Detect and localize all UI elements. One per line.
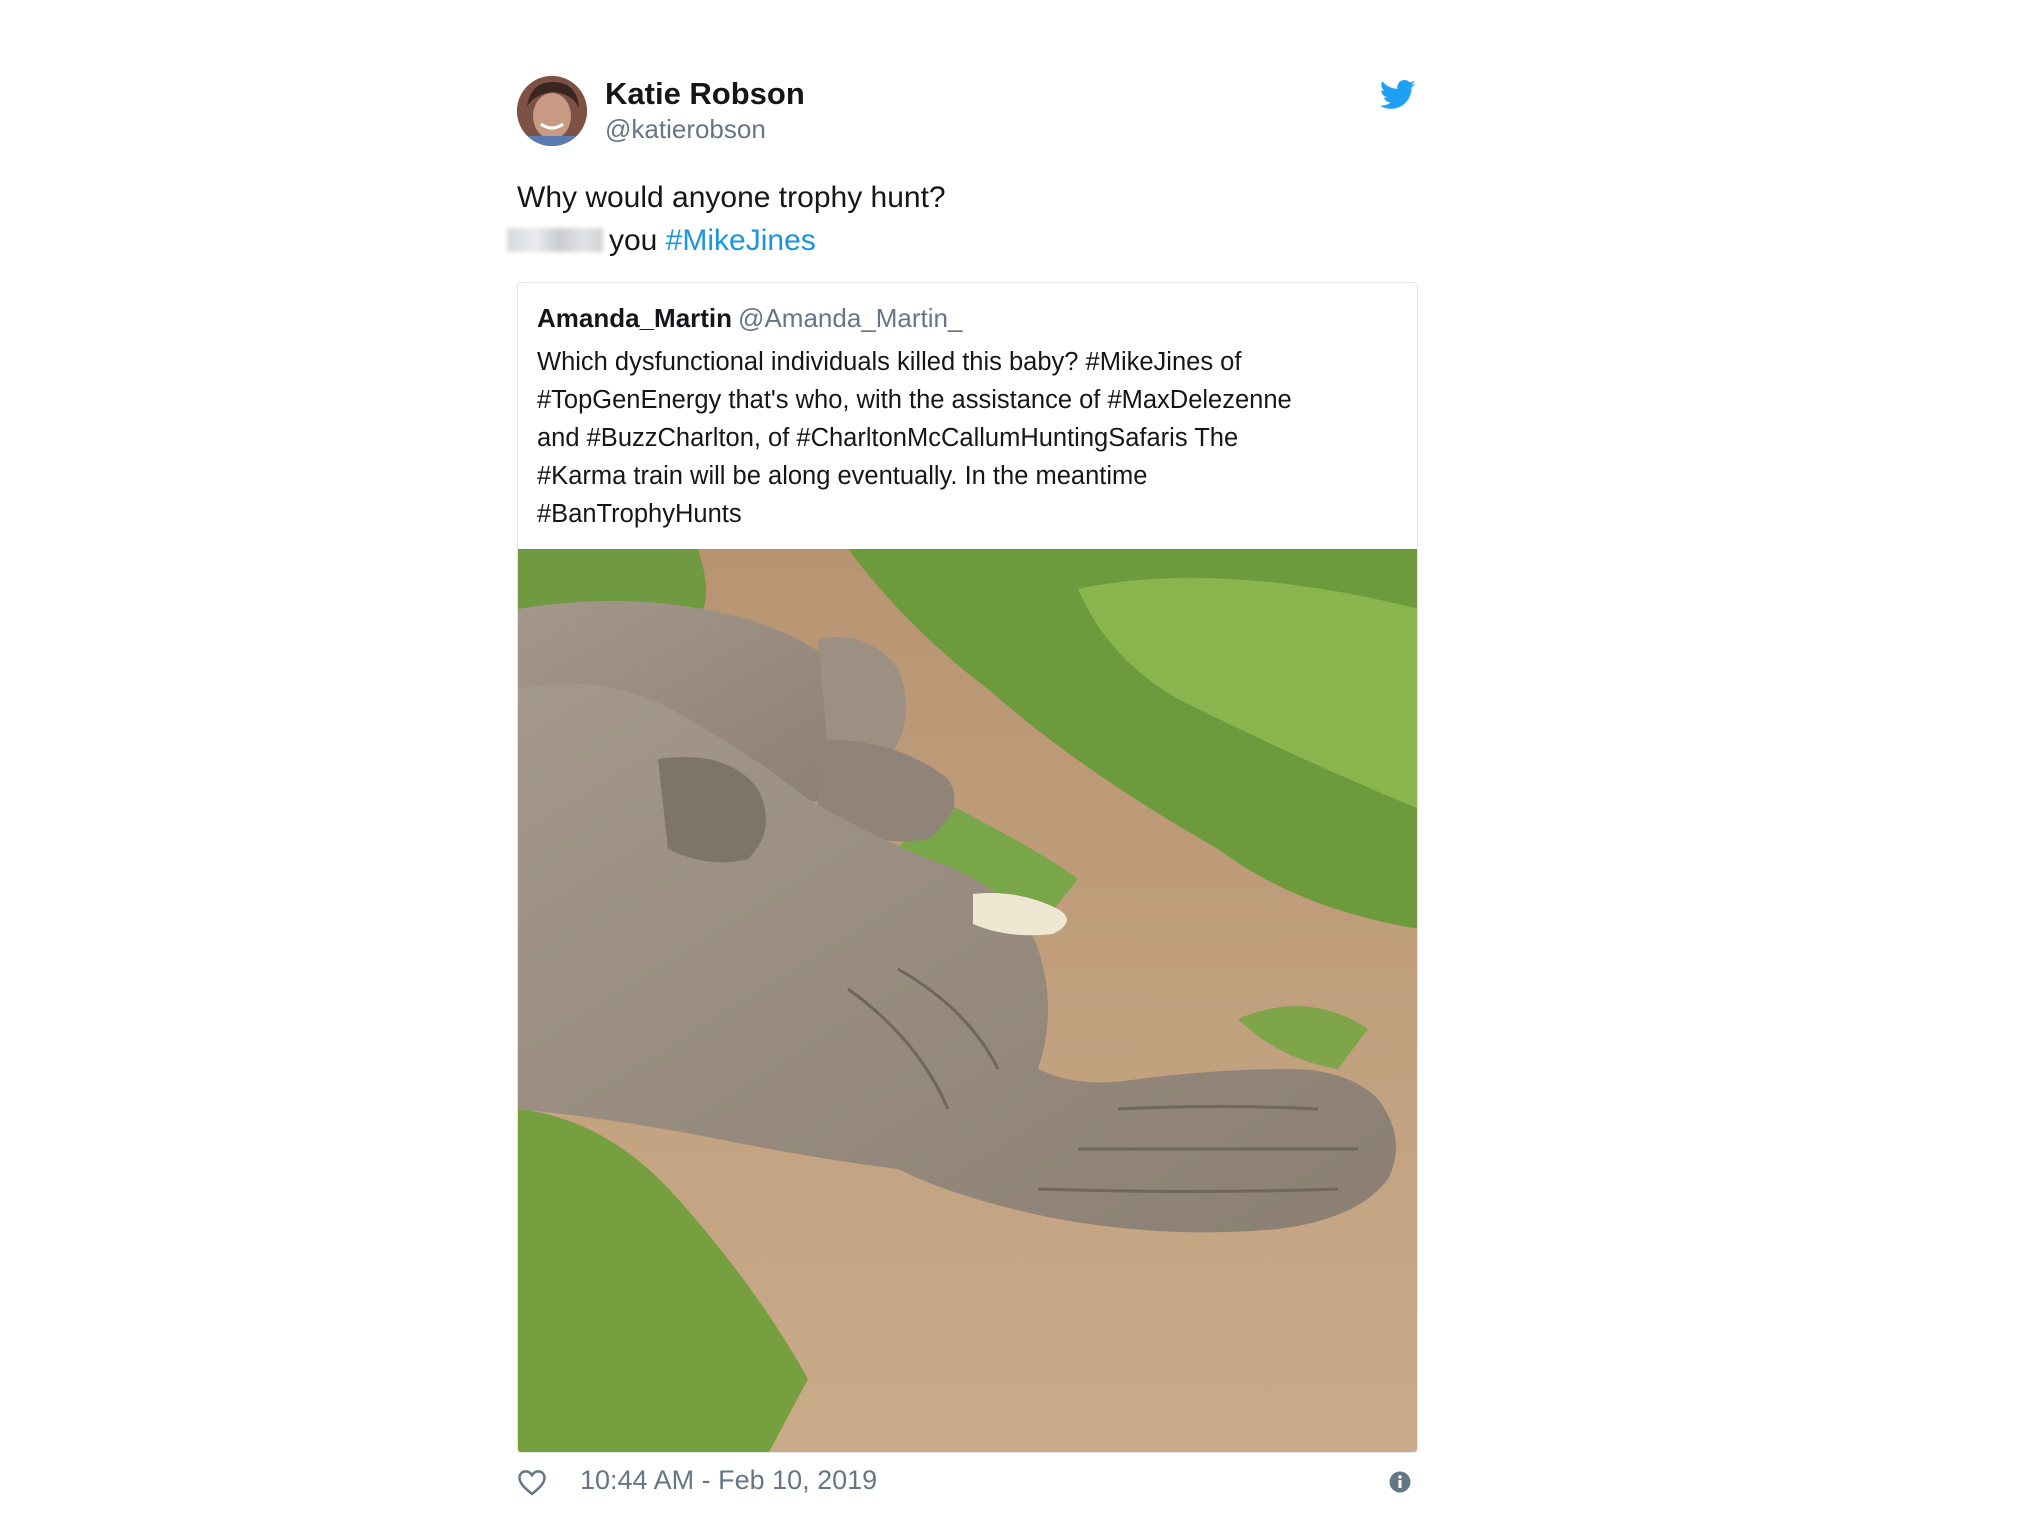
- quoted-text-line: and #BuzzCharlton, of #CharltonMcCallumH…: [537, 424, 1239, 452]
- tweet-text-line-1: Why would anyone trophy hunt?: [517, 181, 946, 214]
- avatar-image: [517, 76, 587, 146]
- author-handle[interactable]: @katierobson: [605, 114, 766, 145]
- quoted-tweet-card[interactable]: Amanda_Martin @Amanda_Martin_ Which dysfu…: [517, 282, 1418, 1453]
- tweet-timestamp[interactable]: 10:44 AM - Feb 10, 2019: [580, 1465, 877, 1496]
- tweet-action-bar: 10:44 AM - Feb 10, 2019: [517, 1462, 1418, 1512]
- tweet-text-line-2: you #MikeJines: [507, 219, 946, 262]
- quoted-text-line: Which dysfunctional individuals killed t…: [537, 348, 1242, 376]
- quoted-text-line: #TopGenEnergy that's who, with the assis…: [537, 386, 1292, 414]
- author-avatar[interactable]: [517, 76, 587, 146]
- redacted-word: [507, 228, 603, 252]
- tweet-embed: Katie Robson @katierobson Why would anyo…: [0, 0, 2021, 1515]
- heart-icon[interactable]: [517, 1468, 547, 1496]
- tweet-text-word: you: [609, 224, 658, 257]
- info-icon[interactable]: [1389, 1471, 1411, 1493]
- tweet-text: Why would anyone trophy hunt? you #MikeJ…: [507, 176, 946, 262]
- quoted-author-name[interactable]: Amanda_Martin: [537, 303, 732, 333]
- quoted-author-handle[interactable]: @Amanda_Martin_: [738, 303, 962, 333]
- elephant-photo[interactable]: [518, 549, 1418, 1453]
- quoted-text-line: #Karma train will be along eventually. I…: [537, 462, 1148, 490]
- quoted-text-line: #BanTrophyHunts: [537, 500, 742, 528]
- author-name[interactable]: Katie Robson: [605, 76, 805, 112]
- twitter-bird-icon[interactable]: [1380, 80, 1416, 110]
- quoted-tweet-text: Which dysfunctional individuals killed t…: [537, 343, 1407, 533]
- hashtag-link[interactable]: #MikeJines: [666, 224, 816, 257]
- quoted-tweet-author: Amanda_Martin @Amanda_Martin_: [537, 303, 962, 334]
